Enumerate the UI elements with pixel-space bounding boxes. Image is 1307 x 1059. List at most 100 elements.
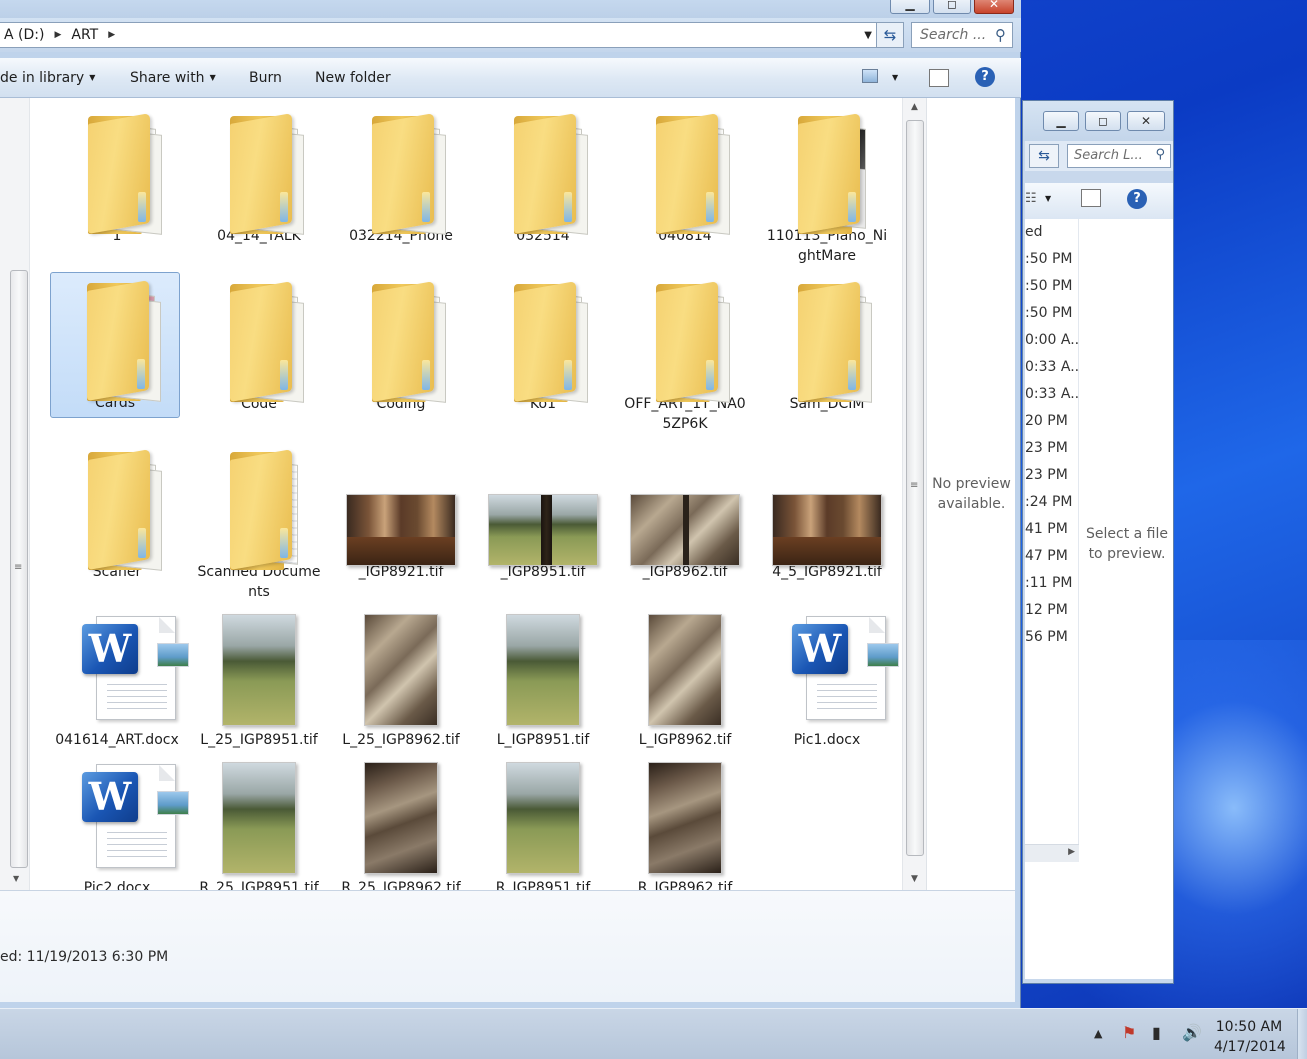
- window-titlebar: ▁ ◻ ✕: [0, 0, 1021, 18]
- image-item-r-igp8962-tif[interactable]: R_IGP8962.tif: [620, 758, 750, 890]
- breadcrumb-separator-icon[interactable]: ▶: [48, 30, 67, 40]
- navigation-pane-scrollbar[interactable]: ≡ ▼: [0, 98, 30, 890]
- folder-item-1[interactable]: 1: [52, 106, 182, 246]
- maximize-button[interactable]: ◻: [933, 0, 971, 14]
- horizontal-scrollbar[interactable]: ▶: [1025, 844, 1079, 862]
- clock-time: 10:50 AM: [1215, 1019, 1283, 1035]
- background-explorer-window[interactable]: ▁ ◻ ✕ ⇆ Search L... ⚲ ☷ ▼ ? ed :50 PM :50…: [1022, 100, 1174, 984]
- search-input[interactable]: Search ... ⚲: [911, 22, 1013, 48]
- search-input[interactable]: Search L... ⚲: [1067, 144, 1171, 168]
- preview-message: Select a file to preview.: [1086, 526, 1168, 562]
- explorer-window[interactable]: ▁ ◻ ✕ A (D:) ▶ ART ▶ ▼ ⇆ Search ... ⚲ de…: [0, 0, 1021, 1008]
- scroll-up-icon[interactable]: ▲: [911, 102, 918, 112]
- word-document-icon: W: [52, 610, 189, 730]
- image-thumbnail: [194, 758, 324, 878]
- folder-item-coding[interactable]: Coding: [336, 274, 466, 414]
- word-item-041614-art-docx[interactable]: W 041614_ART.docx: [52, 610, 189, 750]
- scroll-down-icon[interactable]: ▼: [13, 874, 19, 883]
- date-cell: 0:00 A...: [1025, 332, 1079, 348]
- folder-item-code[interactable]: Code: [194, 274, 324, 414]
- folder-item-cards[interactable]: Cards: [50, 272, 180, 418]
- help-icon[interactable]: ?: [1127, 189, 1147, 209]
- minimize-button[interactable]: ▁: [1043, 111, 1079, 131]
- folder-item-04-14-talk[interactable]: 04_14_TALK: [194, 106, 324, 246]
- refresh-icon[interactable]: ⇆: [1029, 144, 1059, 168]
- date-cell: :50 PM: [1025, 305, 1073, 321]
- date-column: ed :50 PM:50 PM:50 PM 0:00 A... 0:33 A... 0…: [1025, 219, 1079, 844]
- show-desktop-button[interactable]: [1297, 1009, 1307, 1059]
- date-cell: :50 PM: [1025, 278, 1073, 294]
- folder-item-ko1[interactable]: Ko1: [478, 274, 608, 414]
- show-hidden-icons-icon[interactable]: ▲: [1094, 1027, 1102, 1040]
- folder-item-sam-dcim[interactable]: Sam_DCIM: [762, 274, 892, 414]
- system-clock[interactable]: 10:50 AM 4/17/2014: [1214, 1017, 1286, 1057]
- item-label: L_IGP8962.tif: [638, 732, 732, 748]
- folder-icon: [336, 106, 466, 235]
- folder-item-110113-plano-nightmare[interactable]: 110113_Plano_NightMare: [762, 106, 892, 266]
- word-item-pic2-docx[interactable]: W Pic2.docx: [52, 758, 189, 890]
- vertical-scrollbar[interactable]: ▲ ≡ ▼: [902, 98, 926, 890]
- file-view: ≡ ▼ 1 04_14_TALK 032214_Phone 032514 040814 1…: [0, 98, 1015, 890]
- volume-icon[interactable]: 🔊: [1182, 1023, 1202, 1042]
- item-label: Pic1.docx: [793, 732, 861, 748]
- close-button[interactable]: ✕: [1127, 111, 1165, 131]
- image-item-r-25-igp8962-tif[interactable]: R_25_IGP8962.tif: [336, 758, 466, 890]
- close-button[interactable]: ✕: [974, 0, 1014, 14]
- address-dropdown-icon[interactable]: ▼: [864, 30, 872, 41]
- folder-icon: [478, 274, 608, 403]
- image-thumbnail: [336, 442, 466, 566]
- network-icon[interactable]: ▮: [1152, 1023, 1161, 1042]
- folder-item-scaner[interactable]: Scaner: [52, 442, 182, 582]
- scroll-right-icon[interactable]: ▶: [1068, 847, 1075, 857]
- chevron-down-icon[interactable]: ▼: [892, 73, 898, 82]
- folder-item-off-art-1t-na05zp6k[interactable]: OFF_ART_1T_NA05ZP6K: [620, 274, 750, 434]
- include-in-library-button[interactable]: de in library ▼: [0, 70, 95, 86]
- breadcrumb-folder[interactable]: ART: [67, 27, 102, 43]
- file-grid: 1 04_14_TALK 032214_Phone 032514 040814 11011…: [30, 98, 902, 890]
- image-item-l-25-igp8951-tif[interactable]: L_25_IGP8951.tif: [194, 610, 324, 750]
- help-icon[interactable]: ?: [975, 67, 995, 87]
- image-item-igp8962-tif[interactable]: _IGP8962.tif: [620, 442, 750, 582]
- change-view-icon[interactable]: [862, 69, 878, 83]
- image-item-4-5-igp8921-tif[interactable]: 4_5_IGP8921.tif: [762, 442, 892, 582]
- image-item-igp8921-tif[interactable]: _IGP8921.tif: [336, 442, 466, 582]
- action-center-flag-icon[interactable]: ⚑: [1122, 1023, 1136, 1042]
- item-label: Pic2.docx: [83, 880, 151, 890]
- new-folder-button[interactable]: New folder: [315, 70, 391, 86]
- burn-button[interactable]: Burn: [249, 70, 282, 86]
- image-item-r-25-igp8951-tif[interactable]: R_25_IGP8951.tif: [194, 758, 324, 890]
- chevron-down-icon[interactable]: ▼: [1045, 194, 1051, 203]
- folder-icon: [336, 274, 466, 403]
- item-label: R_25_IGP8962.tif: [341, 880, 461, 890]
- minimize-button[interactable]: ▁: [890, 0, 930, 14]
- scroll-down-icon[interactable]: ▼: [911, 874, 918, 884]
- folder-item-scanned-documents[interactable]: Scanned Documents: [194, 442, 324, 602]
- image-item-l-25-igp8962-tif[interactable]: L_25_IGP8962.tif: [336, 610, 466, 750]
- preview-pane-icon[interactable]: [1081, 189, 1101, 207]
- image-thumbnail: [478, 758, 608, 878]
- refresh-icon[interactable]: ⇆: [876, 22, 904, 48]
- breadcrumb-drive[interactable]: A (D:): [0, 27, 48, 43]
- search-placeholder: Search L...: [1074, 148, 1143, 163]
- folder-item-032514[interactable]: 032514: [478, 106, 608, 246]
- image-item-igp8951-tif[interactable]: _IGP8951.tif: [478, 442, 608, 582]
- maximize-button[interactable]: ◻: [1085, 111, 1121, 131]
- folder-item-040814[interactable]: 040814: [620, 106, 750, 246]
- folder-item-032214-phone[interactable]: 032214_Phone: [336, 106, 466, 246]
- date-cell: :24 PM: [1025, 494, 1073, 510]
- image-item-r-igp8951-tif[interactable]: R_IGP8951.tif: [478, 758, 608, 890]
- details-pane: ed: 11/19/2013 6:30 PM: [0, 890, 1015, 1002]
- address-bar[interactable]: A (D:) ▶ ART ▶ ▼: [0, 22, 877, 48]
- image-item-l-igp8962-tif[interactable]: L_IGP8962.tif: [620, 610, 750, 750]
- date-cell: 56 PM: [1025, 629, 1068, 645]
- breadcrumb-separator-icon[interactable]: ▶: [102, 30, 121, 40]
- image-item-l-igp8951-tif[interactable]: L_IGP8951.tif: [478, 610, 608, 750]
- folder-icon: [194, 442, 324, 570]
- share-with-button[interactable]: Share with ▼: [130, 70, 216, 86]
- word-item-pic1-docx[interactable]: W Pic1.docx: [762, 610, 899, 750]
- preview-pane-icon[interactable]: [929, 69, 949, 87]
- view-options-icon[interactable]: ☷: [1025, 191, 1037, 206]
- column-header[interactable]: ed: [1025, 219, 1078, 246]
- folder-icon: [194, 106, 324, 235]
- preview-message: No preview available.: [932, 476, 1011, 512]
